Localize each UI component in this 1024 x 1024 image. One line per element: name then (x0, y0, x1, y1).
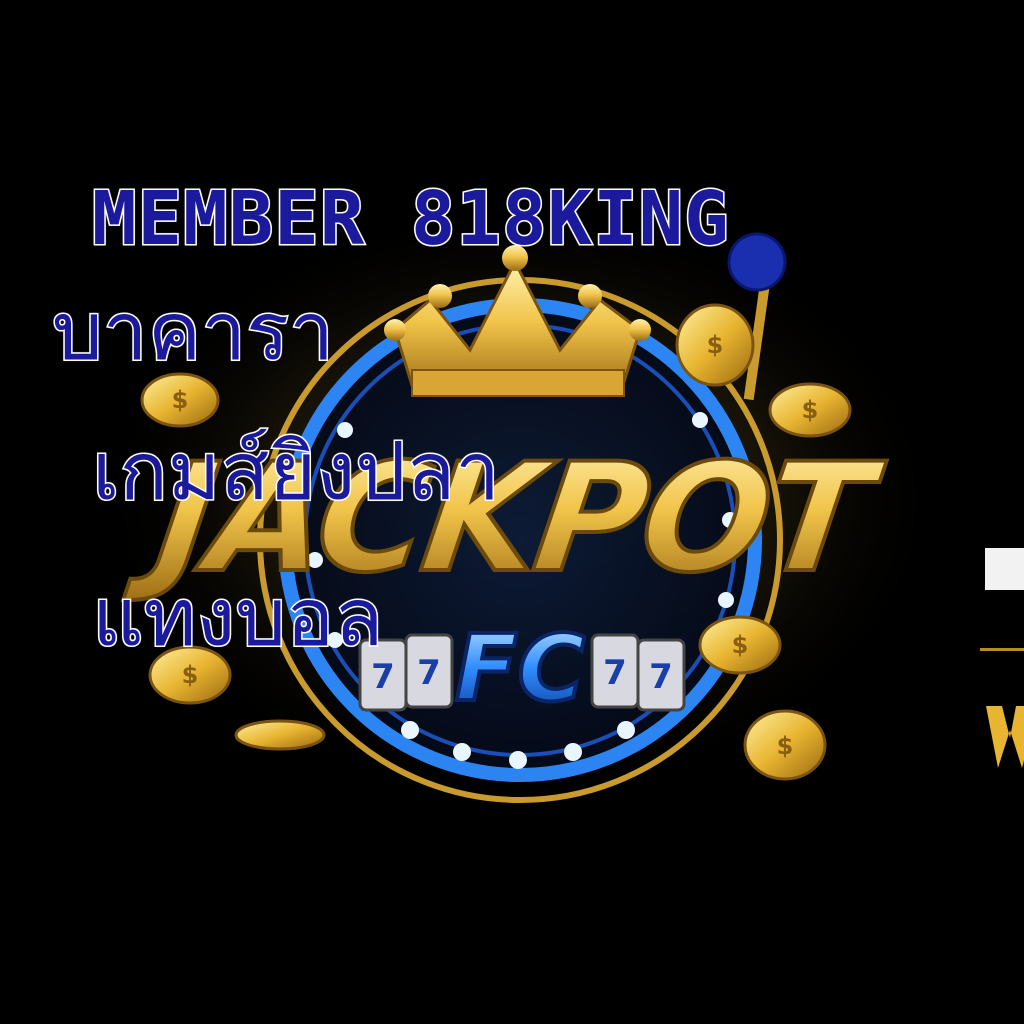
svg-text:7: 7 (417, 653, 441, 693)
svg-text:$: $ (802, 396, 819, 424)
right-edge-white-bar (985, 548, 1024, 590)
baccarat-label: บาคารา (50, 285, 335, 378)
banner-canvas: $ $ $ $ $ $ 7 7 7 7 JACKPOT FC MEMBER 81… (0, 0, 1024, 1024)
svg-text:7: 7 (649, 657, 673, 697)
svg-text:$: $ (732, 631, 749, 659)
svg-text:$: $ (777, 732, 794, 760)
fc-wordmark: FC (455, 615, 585, 722)
member-heading: MEMBER 818KING (91, 176, 731, 262)
football-betting-label: แทงบอล (90, 571, 384, 664)
svg-text:$: $ (182, 661, 199, 689)
right-edge-gold-glyph (986, 706, 1024, 768)
svg-text:7: 7 (603, 653, 627, 693)
right-edge-gold-line (980, 648, 1024, 651)
svg-text:$: $ (707, 331, 724, 359)
svg-text:$: $ (172, 386, 189, 414)
fishing-game-label: เกมส์ยิงปลา (90, 425, 501, 518)
